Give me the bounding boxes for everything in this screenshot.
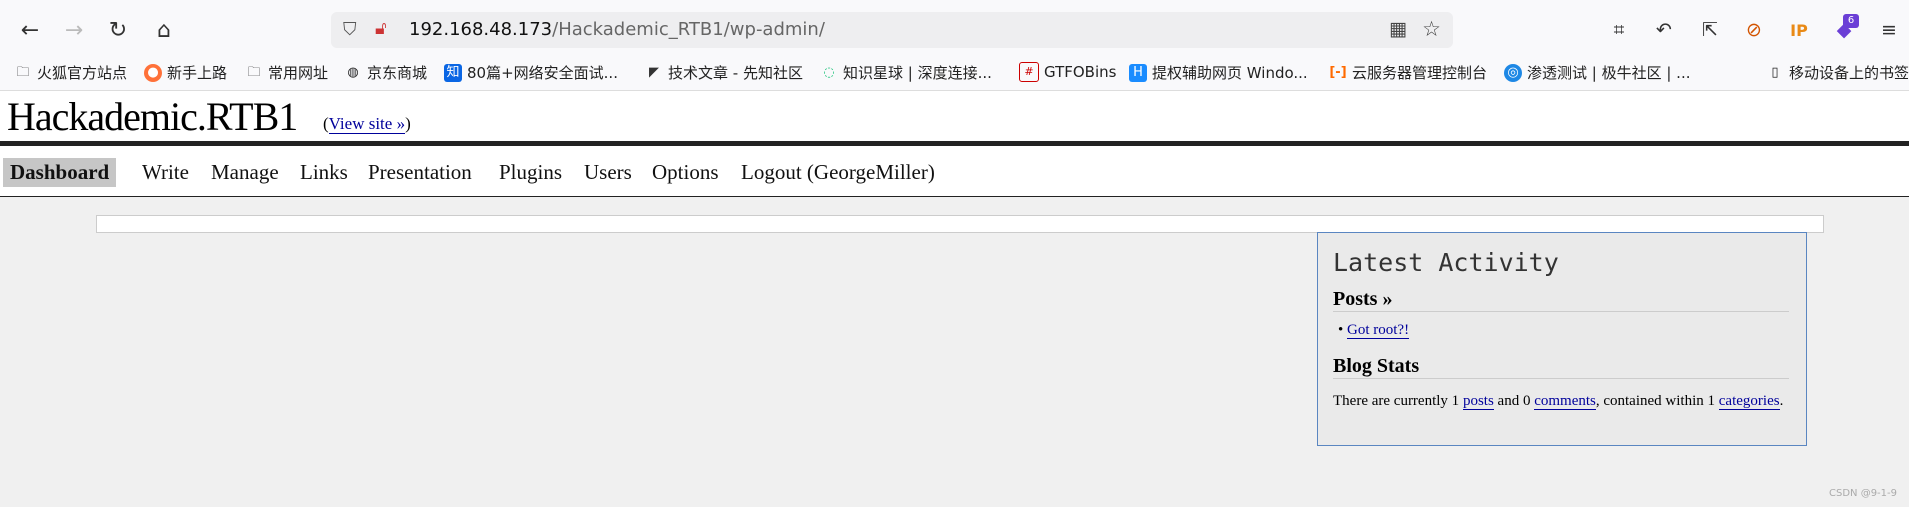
h-icon: H <box>1129 63 1147 82</box>
globe-icon: ◍ <box>347 64 359 80</box>
browser-chrome: ← → ↻ ⌂ ⛉ 🔓︎ 192.168.48.173/Hackademic_R… <box>0 0 1909 91</box>
bookmark-item[interactable]: ◤ 技术文章 - 先知社区 <box>645 62 803 83</box>
posts-heading-link[interactable]: Posts » <box>1333 288 1392 310</box>
dashboard-content: Latest Activity Posts » • Got root?! Blo… <box>0 197 1909 507</box>
wp-header: Hackademic.RTB1 (View site ») <box>0 91 1909 141</box>
bookmark-label: 新手上路 <box>167 64 228 82</box>
bookmark-label: 技术文章 - 先知社区 <box>668 64 803 82</box>
mobile-icon: ▯ <box>1771 64 1779 80</box>
folder-icon: 🗀 <box>16 64 30 80</box>
bookmark-label: 提权辅助网页 Windo... <box>1152 64 1308 82</box>
url-host: 192.168.48.173 <box>409 19 553 40</box>
address-bar[interactable]: ⛉ 🔓︎ 192.168.48.173/Hackademic_RTB1/wp-a… <box>331 12 1453 48</box>
mobile-bookmarks[interactable]: ▯ 移动设备上的书签 <box>1766 62 1909 83</box>
mobile-bookmarks-label: 移动设备上的书签 <box>1789 64 1909 82</box>
menu-users[interactable]: Users <box>577 158 639 187</box>
menu-links[interactable]: Links <box>293 158 355 187</box>
menu-manage[interactable]: Manage <box>204 158 286 187</box>
menu-options[interactable]: Options <box>645 158 726 187</box>
bookmark-item[interactable]: [-] 云服务器管理控制台 <box>1329 62 1487 83</box>
bookmark-item[interactable]: 🗀 火狐官方站点 <box>14 62 127 83</box>
bookmark-item[interactable]: # GTFOBins <box>1019 62 1116 82</box>
jiniu-icon: ◎ <box>1504 63 1522 82</box>
menu-icon[interactable]: ≡ <box>1875 16 1903 44</box>
folder-icon: 🗀 <box>247 64 261 80</box>
firefox-icon: ● <box>144 63 162 82</box>
bookmark-item[interactable]: ◍ 京东商城 <box>344 62 427 83</box>
posts-count-link[interactable]: posts <box>1462 393 1494 410</box>
bookmark-label: 云服务器管理控制台 <box>1352 64 1488 82</box>
view-site-close-paren: ) <box>405 114 411 133</box>
blog-stats-text: There are currently 1 posts and 0 commen… <box>1333 392 1789 411</box>
bookmark-star-icon[interactable]: ☆ <box>1422 17 1441 41</box>
menu-dashboard[interactable]: Dashboard <box>3 158 117 187</box>
comments-link[interactable]: comments <box>1534 393 1596 410</box>
undo-icon[interactable]: ↶ <box>1650 16 1678 44</box>
watermark: CSDN @9-1-9 <box>1829 488 1897 499</box>
reload-icon[interactable]: ↻ <box>102 14 134 46</box>
blog-stats-heading: Blog Stats <box>1333 355 1789 379</box>
bookmark-label: 京东商城 <box>367 64 428 82</box>
url-path: /Hackademic_RTB1/wp-admin/ <box>552 19 825 40</box>
home-icon[interactable]: ⌂ <box>148 14 180 46</box>
xianzhi-icon: ◤ <box>649 64 659 80</box>
bookmark-item[interactable]: ◎ 渗透测试 | 极牛社区 | ... <box>1504 62 1691 83</box>
qr-code-icon[interactable]: ▦ <box>1389 18 1407 40</box>
url-text[interactable]: 192.168.48.173/Hackademic_RTB1/wp-admin/ <box>409 19 825 40</box>
view-site: (View site ») <box>323 114 411 134</box>
bookmark-item[interactable]: H 提权辅助网页 Windo... <box>1129 62 1308 83</box>
zhihu-icon: 知 <box>444 63 462 82</box>
bookmark-item[interactable]: ● 新手上路 <box>144 62 227 83</box>
stats-text-2: and 0 <box>1493 393 1535 409</box>
post-link[interactable]: Got root?! <box>1347 322 1410 339</box>
posts-heading: Posts » <box>1333 288 1789 312</box>
view-site-open-paren: ( <box>323 114 329 133</box>
back-icon[interactable]: ← <box>14 14 46 46</box>
forward-icon[interactable]: → <box>58 14 90 46</box>
gtfobins-icon: # <box>1019 62 1039 82</box>
admin-menu: Dashboard Write Manage Links Presentatio… <box>0 146 1909 197</box>
latest-activity-panel: Latest Activity Posts » • Got root?! Blo… <box>1317 232 1807 446</box>
stats-text-4: . <box>1779 393 1784 409</box>
bookmark-label: 常用网址 <box>268 64 329 82</box>
blog-title: Hackademic.RTB1 <box>7 94 298 139</box>
latest-activity-title: Latest Activity <box>1333 248 1559 277</box>
stats-text-1: There are currently 1 <box>1333 393 1463 409</box>
aliyun-icon: [-] <box>1329 64 1347 80</box>
bookmark-item[interactable]: 知 80篇+网络安全面试... <box>444 62 618 83</box>
shield-icon[interactable]: ⛉ <box>343 19 357 40</box>
categories-link[interactable]: categories <box>1718 393 1780 410</box>
bookmark-label: 知识星球 | 深度连接... <box>843 64 992 82</box>
menu-logout[interactable]: Logout (GeorgeMiller) <box>734 158 942 187</box>
extension-badge: 6 <box>1843 14 1859 28</box>
insecure-lock-icon[interactable]: 🔓︎ <box>375 18 387 39</box>
menu-plugins[interactable]: Plugins <box>492 158 569 187</box>
screenshot-crop-icon[interactable]: ⌗ <box>1605 16 1633 44</box>
menu-presentation[interactable]: Presentation <box>361 158 479 187</box>
zsxq-icon: ◌ <box>823 64 835 80</box>
bookmark-item[interactable]: 🗀 常用网址 <box>245 62 328 83</box>
bookmark-label: GTFOBins <box>1044 63 1117 81</box>
bookmark-label: 80篇+网络安全面试... <box>467 64 618 82</box>
view-site-link[interactable]: View site » <box>328 114 406 134</box>
post-list-item: • Got root?! <box>1338 322 1410 339</box>
stats-text-3: , contained within 1 <box>1595 393 1719 409</box>
browser-toolbar: ← → ↻ ⌂ ⛉ 🔓︎ 192.168.48.173/Hackademic_R… <box>0 0 1909 58</box>
empty-notice-box <box>96 215 1824 233</box>
menu-write[interactable]: Write <box>135 158 196 187</box>
bookmark-label: 火狐官方站点 <box>37 64 128 82</box>
bookmark-item[interactable]: ◌ 知识星球 | 深度连接... <box>820 62 992 83</box>
bookmarks-bar: 🗀 火狐官方站点 ● 新手上路 🗀 常用网址 ◍ 京东商城 知 80篇+网络安全面试...… <box>0 58 1909 88</box>
ip-extension-icon[interactable]: IP <box>1785 16 1813 44</box>
block-extension-icon[interactable]: ⊘ <box>1740 16 1768 44</box>
share-icon[interactable]: ⇱ <box>1696 16 1724 44</box>
bookmark-label: 渗透测试 | 极牛社区 | ... <box>1527 64 1691 82</box>
